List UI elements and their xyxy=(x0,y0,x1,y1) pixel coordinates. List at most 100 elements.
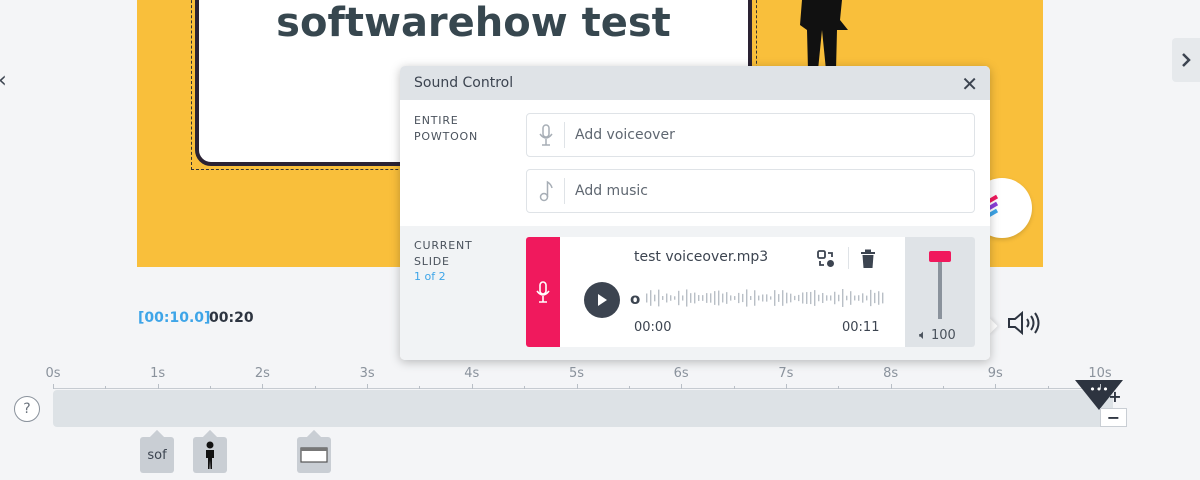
waveform-bar xyxy=(818,294,820,302)
ruler-tick xyxy=(576,384,578,389)
timeline-thumb-frame[interactable] xyxy=(297,437,331,473)
waveform-bar xyxy=(742,293,744,303)
ruler-tick xyxy=(733,386,735,389)
character-figure[interactable] xyxy=(792,0,852,70)
play-button[interactable] xyxy=(584,282,620,318)
audio-waveform[interactable]: o xyxy=(630,281,886,315)
waveform-bar xyxy=(854,295,856,301)
play-icon xyxy=(598,294,607,306)
prev-slide-chevron-icon[interactable]: ‹ xyxy=(0,68,7,93)
waveform-bar xyxy=(678,290,680,306)
ruler-label-2s: 2s xyxy=(254,366,270,381)
waveform-bar xyxy=(714,291,716,305)
waveform-bar xyxy=(790,293,792,303)
timeline-track[interactable] xyxy=(53,390,1113,427)
ruler-label-5s: 5s xyxy=(568,366,585,381)
waveform-bar xyxy=(690,293,692,303)
waveform-bar xyxy=(782,290,784,306)
waveform-bar xyxy=(734,296,736,300)
frame-icon xyxy=(300,447,328,463)
waveform-bar xyxy=(674,296,676,300)
waveform-bar xyxy=(830,295,832,301)
waveform-bar xyxy=(862,293,864,303)
ruler-tick xyxy=(419,386,421,389)
ruler-label-7s: 7s xyxy=(778,366,794,381)
track-start-time: 00:00 xyxy=(634,320,672,335)
volume-slider-rail[interactable] xyxy=(938,257,942,319)
ruler-tick xyxy=(262,384,264,389)
waveform-bar xyxy=(702,295,704,301)
person-icon xyxy=(206,441,214,469)
slide-position: 1 of 2 xyxy=(414,270,446,283)
ruler-label-10s: 10s xyxy=(1088,366,1112,381)
add-voiceover-button[interactable]: Add voiceover xyxy=(526,113,975,157)
current-time: [00:10.0] xyxy=(138,310,211,326)
waveform-bar xyxy=(738,292,740,304)
waveform-bar xyxy=(662,296,664,300)
timeline-thumb-text[interactable]: sof xyxy=(140,437,174,473)
volume-icon: 🔈︎ xyxy=(919,328,927,343)
ruler-tick xyxy=(524,386,526,389)
waveform-bar xyxy=(882,292,884,304)
ruler-tick xyxy=(105,386,107,389)
waveform-bar xyxy=(658,289,660,307)
voiceover-type-marker xyxy=(526,237,560,347)
waveform-bar xyxy=(706,293,708,303)
sound-control-popup: Sound Control ✕ ENTIRE POWTOON Add voice… xyxy=(400,66,990,360)
thumb-label: sof xyxy=(147,447,167,463)
current-slide-label: CURRENT SLIDE xyxy=(414,238,473,270)
zoom-in-button[interactable]: + xyxy=(1103,387,1127,406)
waveform-bar xyxy=(770,296,772,300)
waveform-bar xyxy=(802,292,804,304)
waveform-bar xyxy=(798,294,800,302)
waveform-bar xyxy=(666,293,668,303)
waveform-bar xyxy=(726,292,728,304)
waveform-bar xyxy=(766,294,768,302)
entire-powtoon-label: ENTIRE POWTOON xyxy=(414,113,478,145)
playhead-circle: o xyxy=(630,290,640,308)
waveform-bar xyxy=(822,292,824,304)
add-music-label: Add music xyxy=(575,183,648,199)
waveform-bar xyxy=(730,295,732,301)
timeline-thumb-character[interactable] xyxy=(193,437,227,473)
help-button[interactable]: ? xyxy=(14,396,40,422)
track-filename: test voiceover.mp3 xyxy=(634,249,769,265)
waveform-bar xyxy=(834,291,836,305)
waveform-bar xyxy=(754,290,756,306)
waveform-bar xyxy=(786,292,788,304)
ruler-label-1s: 1s xyxy=(150,366,166,381)
track-end-time: 00:11 xyxy=(842,320,880,335)
waveform-bar xyxy=(710,293,712,303)
waveform-bar xyxy=(650,290,652,306)
close-icon[interactable]: ✕ xyxy=(961,72,978,96)
waveform-bar xyxy=(686,289,688,307)
music-note-icon xyxy=(527,178,565,204)
ruler-tick xyxy=(1100,384,1101,389)
waveform-bar xyxy=(746,289,748,307)
ruler-tick xyxy=(838,386,840,389)
divider xyxy=(848,247,849,269)
zoom-out-button[interactable]: − xyxy=(1100,408,1127,427)
waveform-bar xyxy=(810,291,812,305)
waveform-bar xyxy=(814,290,816,306)
popup-header: Sound Control ✕ xyxy=(400,66,990,100)
waveform-bar xyxy=(878,291,880,305)
waveform-bar xyxy=(858,295,860,301)
trash-icon[interactable] xyxy=(859,249,877,269)
waveform-bar xyxy=(806,292,808,304)
waveform-bar xyxy=(694,292,696,304)
speaker-icon[interactable] xyxy=(1006,310,1042,336)
volume-slider-handle[interactable] xyxy=(929,251,951,262)
waveform-bar xyxy=(758,295,760,301)
microphone-icon xyxy=(527,122,565,148)
ruler-label-9s: 9s xyxy=(987,366,1003,381)
ruler-label-6s: 6s xyxy=(673,366,689,381)
next-slide-button[interactable] xyxy=(1172,38,1200,82)
waveform-bar xyxy=(866,295,868,301)
add-voiceover-label: Add voiceover xyxy=(575,127,675,143)
add-music-button[interactable]: Add music xyxy=(526,169,975,213)
waveform-bar xyxy=(762,294,764,302)
waveform-bar xyxy=(698,295,700,301)
chevron-right-icon xyxy=(1182,53,1191,67)
replace-audio-icon[interactable] xyxy=(816,249,836,269)
